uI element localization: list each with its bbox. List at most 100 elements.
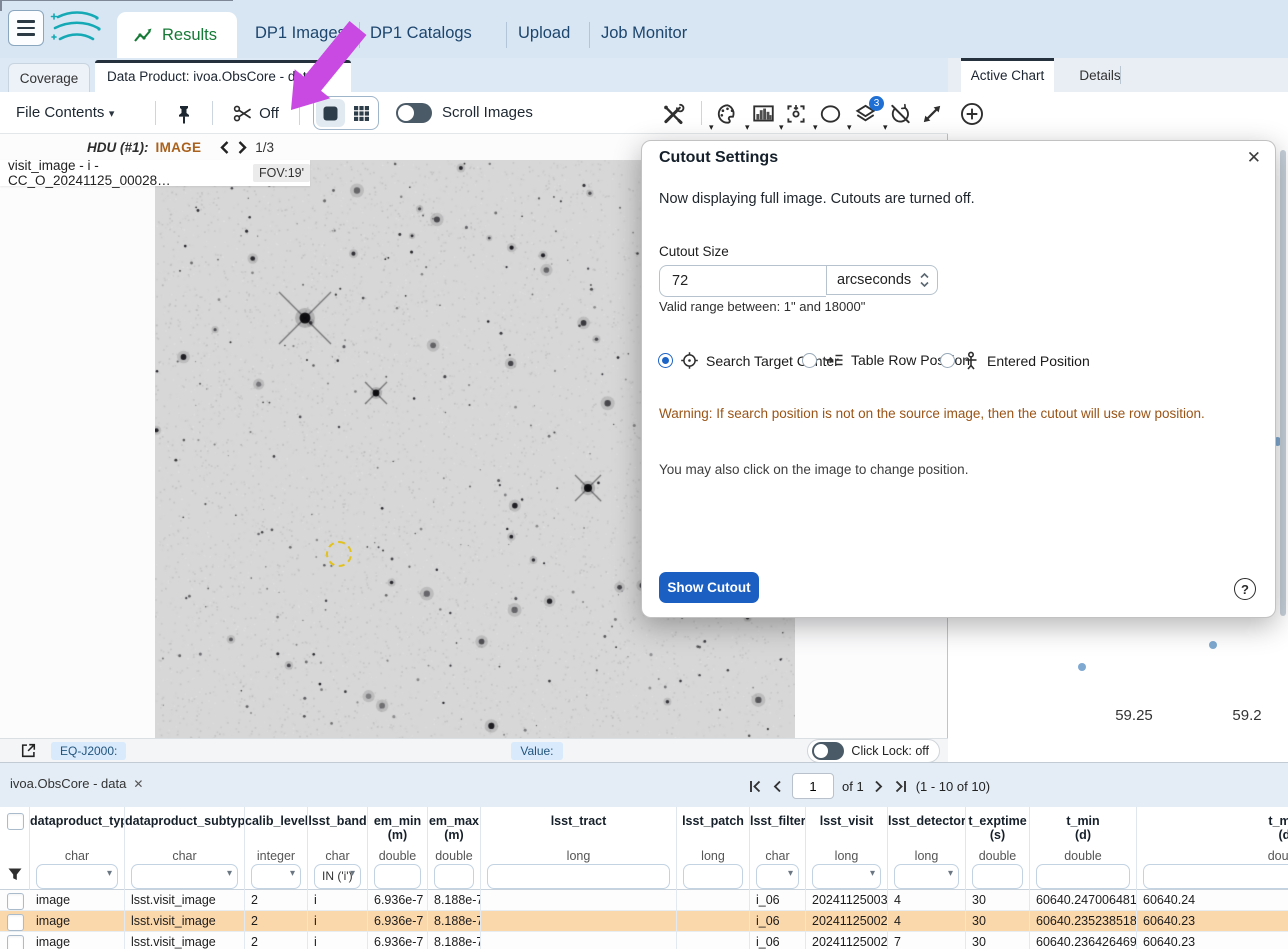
column-header-lsst_tract[interactable]: lsst_tractlong	[481, 807, 677, 890]
target-marker-icon	[326, 541, 352, 567]
column-header-lsst_patch[interactable]: lsst_patchlong	[677, 807, 750, 890]
layers-icon[interactable]: ▾ 3	[850, 100, 880, 128]
cell-t_max: 60640.23	[1137, 932, 1288, 949]
grid-view-button[interactable]	[347, 99, 376, 127]
filter-lsst_filter[interactable]: ▾	[756, 864, 799, 889]
row-position-icon	[824, 351, 844, 369]
chevron-down-icon: ▾	[109, 108, 115, 120]
person-icon	[962, 351, 980, 370]
hamburger-menu-button[interactable]	[8, 10, 44, 46]
filter-lsst_band[interactable]: IN ('i')▾	[314, 864, 361, 889]
target-icon	[680, 351, 699, 370]
filter-dataproduct_subtype[interactable]: ▾	[131, 864, 238, 889]
filter-em_min[interactable]	[374, 864, 421, 889]
nav-tab-dp1-images[interactable]: DP1 Images	[255, 24, 346, 43]
click-lock-control[interactable]: Click Lock: off	[807, 739, 940, 763]
expand-icon[interactable]	[918, 100, 946, 128]
rotate-off-icon[interactable]: ▾	[886, 100, 914, 128]
column-header-dataproduct_subtype[interactable]: dataproduct_subtypechar▾	[125, 807, 245, 890]
column-header-lsst_visit[interactable]: lsst_visitlong▾	[806, 807, 888, 890]
page-number-input[interactable]	[792, 773, 834, 799]
click-lock-toggle[interactable]	[812, 742, 844, 760]
hdu-navigator: HDU (#1): IMAGE 1/3	[87, 140, 274, 155]
cutout-warning-text: Warning: If search position is not on th…	[659, 406, 1259, 421]
filter-t_min[interactable]	[1036, 864, 1130, 889]
column-type: char	[125, 849, 244, 863]
scissors-icon	[233, 104, 252, 123]
radio-button[interactable]	[658, 353, 673, 368]
stretch-histogram-icon[interactable]: ▾	[748, 100, 778, 128]
select-region-icon[interactable]: ▾	[816, 100, 844, 128]
cutout-size-input[interactable]	[659, 265, 826, 297]
right-panel-scrollbar[interactable]	[1280, 150, 1286, 616]
close-icon[interactable]: ✕	[1247, 148, 1261, 168]
help-icon[interactable]: ?	[1234, 578, 1256, 600]
fov-indicator: FOV:19'	[253, 164, 310, 182]
column-header-lsst_detector[interactable]: lsst_detectorlong▾	[888, 807, 966, 890]
table-row[interactable]: imagelsst.visit_image2i6.936e-78.188e-7i…	[0, 932, 1288, 949]
column-type: double	[368, 849, 427, 863]
prev-hdu-icon[interactable]	[219, 140, 230, 155]
column-header-em_max[interactable]: em_max(m)double	[428, 807, 481, 890]
external-link-icon[interactable]	[20, 742, 37, 759]
column-header-lsst_filter[interactable]: lsst_filterchar▾	[750, 807, 806, 890]
cutout-unit-value: arcseconds	[837, 272, 911, 288]
tab-coverage[interactable]: Coverage	[8, 63, 90, 92]
tab-active-chart[interactable]: Active Chart	[961, 58, 1054, 92]
tab-data-product[interactable]: Data Product: ivoa.ObsCore - data	[95, 60, 351, 92]
nav-tab-upload[interactable]: Upload	[518, 24, 570, 43]
nav-tab-results[interactable]: Results	[117, 12, 237, 58]
column-unit: (m)	[428, 828, 480, 842]
select-all-checkbox[interactable]	[7, 813, 24, 830]
nav-tab-dp1-catalogs[interactable]: DP1 Catalogs	[370, 24, 472, 43]
next-hdu-icon[interactable]	[237, 140, 248, 155]
cutout-toggle-button[interactable]: Off	[230, 101, 282, 126]
single-view-button[interactable]	[316, 99, 345, 127]
radio-button[interactable]	[940, 353, 955, 368]
column-type: char	[308, 849, 367, 863]
filter-t_max[interactable]	[1143, 864, 1288, 889]
first-page-button[interactable]	[748, 779, 763, 794]
radio-button[interactable]	[802, 353, 817, 368]
column-header-em_min[interactable]: em_min(m)double	[368, 807, 428, 890]
column-header-t_exptime[interactable]: t_exptime(s)double	[966, 807, 1030, 890]
results-chart-icon	[133, 27, 154, 44]
table-row[interactable]: imagelsst.visit_image2i6.936e-78.188e-7i…	[0, 911, 1288, 932]
filter-lsst_tract[interactable]	[487, 864, 670, 889]
filter-em_max[interactable]	[434, 864, 474, 889]
table-row[interactable]: imagelsst.visit_image2i6.936e-78.188e-7i…	[0, 890, 1288, 911]
column-header-lsst_band[interactable]: lsst_bandcharIN ('i')▾	[308, 807, 368, 890]
color-palette-icon[interactable]: ▾	[712, 100, 742, 128]
filter-lsst_patch[interactable]	[683, 864, 743, 889]
column-header-calib_level[interactable]: calib_levelinteger▾	[245, 807, 308, 890]
last-page-button[interactable]	[893, 779, 908, 794]
table-tab[interactable]: ivoa.ObsCore - data ✕	[10, 776, 143, 791]
column-header-t_max[interactable]: t_max(d)double	[1137, 807, 1288, 890]
row-checkbox[interactable]	[7, 935, 24, 949]
filter-dataproduct_type[interactable]: ▾	[36, 864, 118, 889]
scroll-images-toggle[interactable]	[396, 103, 432, 123]
cutout-unit-select[interactable]: arcseconds	[826, 265, 938, 295]
next-page-button[interactable]	[872, 779, 885, 794]
file-contents-dropdown[interactable]: File Contents ▾	[16, 104, 114, 122]
pin-icon[interactable]	[172, 102, 196, 126]
tab-details[interactable]: Details	[1060, 58, 1140, 92]
filter-t_exptime[interactable]	[972, 864, 1023, 889]
column-header-t_min[interactable]: t_min(d)double	[1030, 807, 1137, 890]
column-type: long	[677, 849, 749, 863]
nav-tab-job-monitor[interactable]: Job Monitor	[601, 24, 687, 43]
recenter-icon[interactable]: ▾	[782, 100, 810, 128]
filter-icon[interactable]	[7, 867, 23, 882]
close-table-icon[interactable]: ✕	[133, 777, 143, 791]
radio-entered-position[interactable]: Entered Position	[940, 351, 1090, 370]
tools-icon[interactable]	[658, 100, 688, 128]
add-chart-icon[interactable]	[958, 100, 986, 128]
column-header-dataproduct_type[interactable]: dataproduct_typechar▾	[30, 807, 125, 890]
filter-calib_level[interactable]: ▾	[251, 864, 301, 889]
show-cutout-button[interactable]: Show Cutout	[659, 572, 759, 603]
row-checkbox[interactable]	[7, 893, 24, 910]
filter-lsst_visit[interactable]: ▾	[812, 864, 881, 889]
dropdown-caret-icon: ▾	[847, 123, 852, 132]
filter-lsst_detector[interactable]: ▾	[894, 864, 959, 889]
row-checkbox[interactable]	[7, 914, 24, 931]
